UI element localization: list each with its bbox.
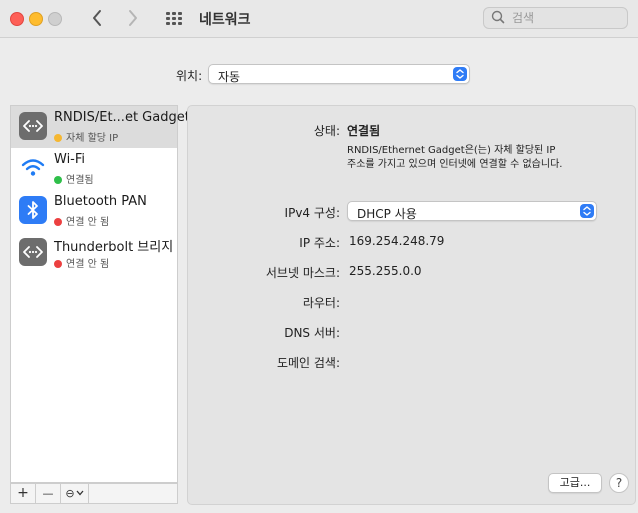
dns-server-label: DNS 서버: (284, 326, 340, 340)
search-field[interactable] (483, 7, 628, 29)
router-label: 라우터: (302, 296, 340, 310)
status-dot-icon (54, 218, 62, 226)
ethernet-icon (19, 238, 47, 266)
advanced-button[interactable]: 고급... (548, 473, 602, 493)
action-icon: ⊖ (65, 487, 75, 500)
popup-arrows-icon (453, 67, 467, 81)
subnet-mask-value: 255.255.0.0 (349, 264, 422, 278)
ethernet-icon (19, 112, 47, 140)
zoom-button[interactable] (48, 12, 62, 26)
service-name: RNDIS/Et...et Gadget (54, 110, 190, 125)
action-menu-button[interactable]: ⊖ (61, 484, 89, 503)
wifi-icon (19, 154, 47, 182)
service-item-wifi[interactable]: Wi-Fi 연결됨 (11, 148, 177, 190)
service-item-bluetooth[interactable]: Bluetooth PAN 연결 안 됨 (11, 190, 177, 232)
popup-arrows-icon (580, 204, 594, 218)
status-description-line2: 주소를 가지고 있으며 인터넷에 연결할 수 없습니다. (347, 159, 563, 170)
service-toolbar: + — ⊖ (10, 483, 178, 504)
bluetooth-icon (19, 196, 47, 224)
service-status: 연결 안 됨 (54, 213, 109, 228)
service-item-rndis[interactable]: RNDIS/Et...et Gadget 자체 할당 IP (11, 106, 190, 148)
ipv4-config-label: IPv4 구성: (284, 206, 340, 220)
forward-icon[interactable] (127, 7, 139, 33)
status-dot-icon (54, 176, 62, 184)
help-button[interactable]: ? (609, 473, 629, 493)
add-service-button[interactable]: + (11, 484, 36, 503)
show-all-grid-icon[interactable] (166, 12, 182, 26)
service-name: Bluetooth PAN (54, 194, 147, 209)
service-name: Thunderbolt 브리지 (54, 240, 174, 255)
status-value: 연결됨 (347, 124, 381, 138)
search-domains-label: 도메인 검색: (276, 356, 340, 370)
subnet-mask-label: 서브넷 마스크: (265, 266, 340, 280)
service-status: 자체 할당 IP (54, 129, 118, 144)
chevron-down-icon (76, 490, 84, 496)
ipv4-config-value: DHCP 사용 (357, 207, 417, 221)
window-title: 네트워크 (199, 12, 251, 28)
status-label: 상태: (313, 124, 340, 138)
minimize-button[interactable] (29, 12, 43, 26)
ip-address-label: IP 주소: (299, 236, 340, 250)
location-popup[interactable]: 자동 (208, 64, 470, 84)
title-bar: 네트워크 (0, 0, 638, 38)
service-name: Wi-Fi (54, 152, 86, 167)
status-dot-icon (54, 260, 62, 268)
search-icon (491, 10, 505, 24)
ip-address-value: 169.254.248.79 (349, 234, 445, 248)
location-label: 위치: (176, 69, 203, 83)
remove-service-button[interactable]: — (36, 484, 61, 503)
location-value: 자동 (218, 70, 241, 84)
back-icon[interactable] (91, 7, 103, 33)
status-description-line1: RNDIS/Ethernet Gadget은(는) 자체 할당된 IP (347, 145, 556, 156)
service-status: 연결 안 됨 (54, 255, 109, 270)
close-button[interactable] (10, 12, 24, 26)
service-list: RNDIS/Et...et Gadget 자체 할당 IP Wi-Fi 연결됨 … (10, 105, 190, 483)
service-status: 연결됨 (54, 171, 94, 186)
ipv4-config-popup[interactable]: DHCP 사용 (347, 201, 597, 221)
service-item-thunderbolt[interactable]: Thunderbolt 브리지 연결 안 됨 (11, 232, 177, 274)
search-input[interactable] (512, 10, 622, 26)
status-dot-icon (54, 134, 62, 142)
